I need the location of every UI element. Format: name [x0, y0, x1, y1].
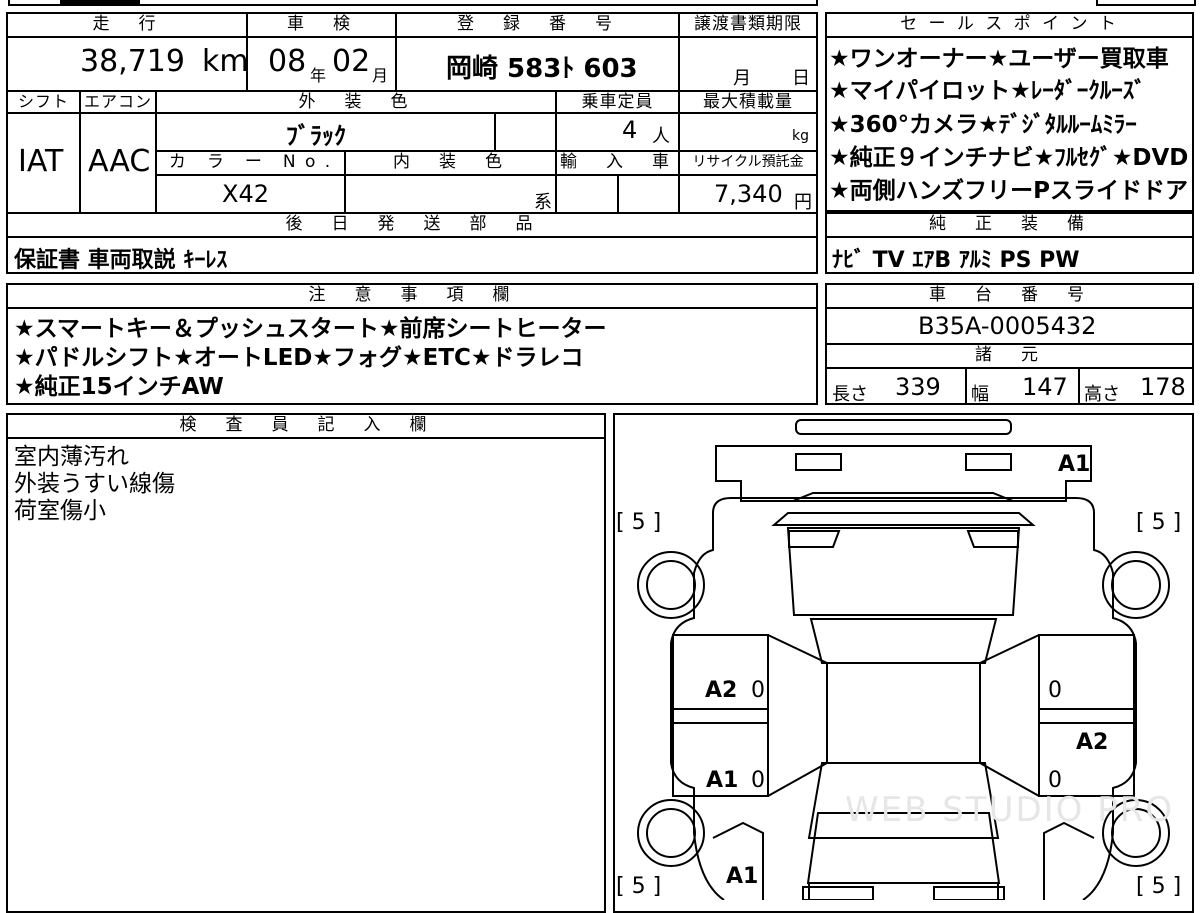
shift-header: シフト	[17, 92, 69, 111]
recycle-value: 7,340	[714, 180, 783, 208]
load-unit: kg	[792, 128, 809, 144]
inspection-month: 02	[332, 44, 371, 79]
width-label: 幅	[971, 384, 989, 405]
later-parts-value: 保証書 車両取説 ｷｰﾚｽ	[14, 248, 228, 273]
damage-mark-left-rear-door: A1	[706, 768, 739, 793]
height-label: 高さ	[1084, 384, 1120, 405]
sales-point-line: ★360°カメラ★ﾃﾞｼﾞﾀﾙﾙｰﾑﾐﾗｰ	[829, 112, 1137, 138]
notes-header: 注 意 事 項 欄	[308, 285, 516, 305]
damage-mark-rear: A1	[1058, 452, 1091, 477]
zero-mark: 0	[751, 768, 765, 793]
shift-value: IAT	[18, 144, 64, 179]
mileage-header: 走 行	[92, 14, 162, 34]
damage-mark-left-front-door: A2	[705, 678, 738, 703]
color-no-header: カ ラ ー N o .	[168, 152, 333, 172]
sales-point-line: ★ワンオーナー★ユーザー買取車	[829, 46, 1169, 72]
specs-header: 諸 元	[975, 345, 1044, 365]
length-label: 長さ	[832, 384, 868, 405]
transfer-day-unit: 日	[792, 68, 810, 89]
top-strip	[8, 0, 818, 6]
genuine-equipment-header: 純 正 装 備	[929, 214, 1090, 234]
capacity-header: 乗車定員	[581, 92, 654, 112]
capacity-value: 4	[622, 116, 638, 144]
inspector-note: 荷室傷小	[14, 498, 106, 524]
mileage-unit: km	[202, 44, 249, 79]
tire-label-rear-left: [ 5 ]	[616, 510, 662, 535]
watermark: WEB STUDIO PRO	[845, 790, 1175, 830]
exterior-color-value: ﾌﾞﾗｯｸ	[286, 122, 346, 150]
note-line: ★純正15インチAW	[14, 374, 224, 400]
chassis-value: B35A-0005432	[918, 312, 1097, 340]
tire-label-front-right: [ 5 ]	[1136, 874, 1182, 899]
height-value: 178	[1140, 373, 1186, 401]
sales-point-line: ★マイパイロット★ﾚｰﾀﾞｰｸﾙｰｽﾞ	[829, 78, 1146, 104]
inspection-year-unit: 年	[310, 66, 327, 85]
inspector-note: 室内薄汚れ	[14, 444, 129, 470]
note-line: ★スマートキー＆プッシュスタート★前席シートヒーター	[14, 316, 607, 342]
inspector-header: 検 査 員 記 入 欄	[179, 415, 433, 435]
inspection-header: 車 検	[287, 14, 356, 34]
genuine-equipment-value: ﾅﾋﾞ TV ｴｱB ｱﾙﾐ PS PW	[832, 248, 1080, 273]
recycle-header: リサイクル預託金	[692, 154, 804, 170]
mileage-value: 38,719	[80, 44, 185, 79]
exterior-color-header: 外 装 色	[298, 92, 414, 112]
sales-points-header: セ ー ル ス ポ イ ン ト	[900, 14, 1119, 34]
inspection-month-unit: 月	[372, 66, 389, 85]
chassis-header: 車 台 番 号	[929, 285, 1090, 305]
color-no-value: X42	[222, 180, 269, 208]
inspector-note: 外装うすい線傷	[14, 471, 175, 497]
transfer-month-unit: 月	[733, 68, 751, 89]
transfer-deadline-header: 譲渡書類期限	[694, 14, 802, 34]
max-load-header: 最大積載量	[703, 92, 793, 112]
interior-unit: 系	[534, 192, 552, 213]
sales-point-line: ★純正９インチナビ★ﾌﾙｾｸﾞ★DVD	[829, 145, 1189, 171]
aircon-value: AAC	[88, 144, 151, 179]
length-value: 339	[895, 373, 941, 401]
width-value: 147	[1022, 373, 1068, 401]
registration-value: 岡崎 583ﾄ 603	[446, 54, 638, 84]
zero-mark: 0	[751, 678, 765, 703]
sales-point-line: ★両側ハンズフリーPスライドドア	[829, 178, 1189, 204]
note-line: ★パドルシフト★オートLED★フォグ★ETC★ドラレコ	[14, 345, 584, 371]
inspection-year: 08	[268, 44, 307, 79]
tire-label-rear-right: [ 5 ]	[1136, 510, 1182, 535]
capacity-unit: 人	[652, 126, 670, 147]
later-parts-header: 後 日 発 送 部 品	[285, 214, 539, 234]
recycle-unit: 円	[794, 192, 812, 213]
top-strip-right	[1096, 0, 1196, 6]
damage-mark-right-rear-door: A2	[1076, 730, 1109, 755]
aircon-header: エアコン	[83, 92, 152, 111]
registration-header: 登 録 番 号	[457, 14, 618, 34]
zero-mark: 0	[1048, 678, 1062, 703]
import-header: 輸 入 車	[560, 152, 675, 172]
tire-label-front-left: [ 5 ]	[616, 874, 662, 899]
interior-color-header: 内 装 色	[393, 152, 508, 172]
damage-mark-front: A1	[726, 864, 759, 889]
